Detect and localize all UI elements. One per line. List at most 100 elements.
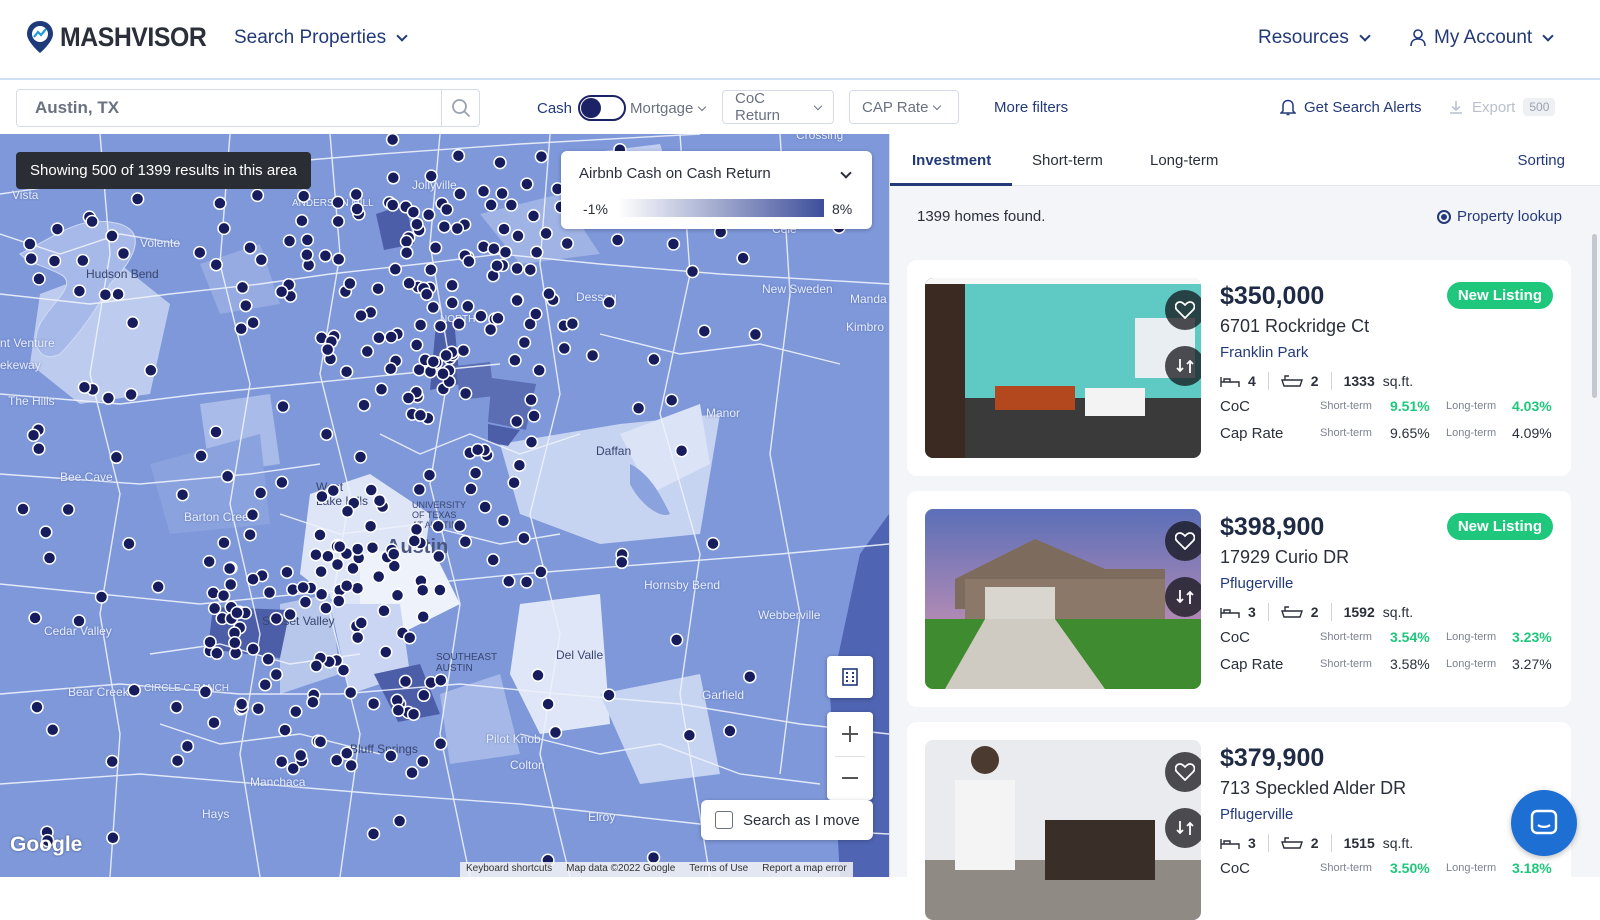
property-marker[interactable] — [531, 668, 545, 683]
property-marker[interactable] — [366, 827, 381, 841]
property-marker[interactable] — [490, 258, 504, 273]
map-view[interactable]: Volente Hudson Bend Vista nt Venture eke… — [0, 134, 889, 877]
property-marker[interactable] — [344, 758, 358, 773]
panel-scrollbar[interactable] — [1592, 234, 1597, 398]
property-marker[interactable] — [439, 348, 453, 363]
property-marker[interactable] — [524, 435, 539, 449]
property-marker[interactable] — [300, 233, 315, 247]
property-marker[interactable] — [440, 202, 454, 217]
property-marker[interactable] — [151, 580, 165, 594]
property-marker[interactable] — [42, 551, 57, 565]
property-marker[interactable] — [413, 408, 428, 423]
listing-card[interactable]: $350,000 New Listing 6701 Rockridge Ct F… — [907, 260, 1571, 476]
favorite-button[interactable] — [1165, 290, 1201, 330]
property-marker[interactable] — [392, 814, 407, 828]
keyboard-shortcuts-link[interactable]: Keyboard shortcuts — [466, 863, 552, 876]
property-marker[interactable] — [353, 450, 368, 464]
property-marker[interactable] — [320, 342, 335, 357]
sorting-button[interactable]: Sorting — [1517, 152, 1565, 169]
property-marker[interactable] — [371, 569, 386, 584]
property-marker[interactable] — [419, 287, 434, 302]
more-filters-link[interactable]: More filters — [994, 99, 1068, 116]
property-marker[interactable] — [331, 195, 345, 210]
property-marker[interactable] — [72, 614, 86, 628]
property-marker[interactable] — [424, 262, 438, 277]
report-map-error-link[interactable]: Report a map error — [762, 863, 846, 876]
property-marker[interactable] — [541, 697, 555, 711]
listing-card[interactable]: $379,900 713 Speckled Alder DR Pflugervi… — [907, 722, 1571, 920]
property-marker[interactable] — [332, 594, 346, 608]
tab-short-term[interactable]: Short-term — [1032, 152, 1103, 169]
property-marker[interactable] — [309, 547, 323, 562]
property-marker[interactable] — [428, 241, 443, 255]
property-marker[interactable] — [209, 257, 223, 272]
property-marker[interactable] — [130, 192, 145, 206]
property-marker[interactable] — [415, 583, 430, 597]
zoom-out-icon[interactable] — [841, 769, 859, 787]
property-marker[interactable] — [682, 728, 697, 743]
property-marker[interactable] — [274, 754, 289, 769]
property-marker[interactable] — [453, 187, 467, 201]
property-marker[interactable] — [526, 209, 541, 223]
property-marker[interactable] — [125, 316, 140, 330]
property-marker[interactable] — [366, 696, 381, 711]
property-marker[interactable] — [426, 300, 440, 315]
property-marker[interactable] — [250, 188, 265, 203]
property-marker[interactable] — [313, 735, 328, 749]
property-marker[interactable] — [647, 352, 661, 367]
property-marker[interactable] — [217, 536, 231, 550]
property-marker[interactable] — [350, 542, 365, 556]
property-marker[interactable] — [383, 362, 398, 376]
property-marker[interactable] — [610, 233, 625, 247]
property-marker[interactable] — [213, 196, 227, 211]
property-marker[interactable] — [109, 450, 124, 465]
property-marker[interactable] — [246, 572, 260, 586]
property-marker[interactable] — [474, 309, 488, 323]
property-marker[interactable] — [548, 725, 563, 740]
property-marker[interactable] — [527, 409, 541, 423]
property-marker[interactable] — [497, 222, 511, 236]
property-marker[interactable] — [269, 667, 284, 682]
property-marker[interactable] — [706, 536, 720, 551]
property-marker[interactable] — [246, 642, 260, 656]
property-marker[interactable] — [374, 382, 389, 397]
search-button[interactable] — [441, 90, 479, 126]
property-marker[interactable] — [295, 214, 309, 228]
property-marker[interactable] — [50, 222, 65, 236]
property-marker[interactable] — [77, 380, 92, 394]
location-input[interactable] — [17, 90, 437, 126]
property-marker[interactable] — [349, 187, 363, 202]
property-marker[interactable] — [517, 531, 531, 545]
property-marker[interactable] — [464, 482, 478, 496]
property-marker[interactable] — [98, 287, 113, 302]
property-marker[interactable] — [493, 155, 507, 170]
property-marker[interactable] — [296, 580, 310, 595]
property-marker[interactable] — [433, 319, 448, 333]
property-marker[interactable] — [276, 399, 290, 414]
coc-legend[interactable]: Airbnb Cash on Cash Return -1% 8% — [561, 151, 872, 229]
property-marker[interactable] — [386, 171, 401, 185]
property-marker[interactable] — [402, 630, 417, 645]
listing-address[interactable]: 713 Speckled Alder DR — [1220, 778, 1406, 799]
property-marker[interactable] — [495, 186, 509, 201]
property-marker[interactable] — [210, 646, 224, 661]
favorite-button[interactable] — [1165, 521, 1201, 561]
property-marker[interactable] — [434, 673, 448, 687]
property-marker[interactable] — [28, 611, 42, 625]
property-marker[interactable] — [223, 577, 238, 592]
property-marker[interactable] — [296, 189, 311, 203]
property-marker[interactable] — [470, 442, 485, 457]
chevron-down-icon[interactable] — [840, 167, 852, 179]
property-marker[interactable] — [664, 393, 679, 407]
property-marker[interactable] — [534, 565, 548, 579]
terms-of-use-link[interactable]: Terms of Use — [689, 863, 748, 876]
my-account-menu[interactable]: My Account — [1410, 27, 1554, 49]
compare-button[interactable] — [1165, 346, 1201, 386]
property-marker[interactable] — [748, 327, 763, 342]
property-marker[interactable] — [424, 169, 438, 183]
property-marker[interactable] — [254, 253, 269, 267]
property-marker[interactable] — [24, 251, 38, 266]
property-marker[interactable] — [387, 547, 401, 561]
property-marker[interactable] — [300, 248, 314, 262]
property-marker[interactable] — [674, 443, 689, 458]
